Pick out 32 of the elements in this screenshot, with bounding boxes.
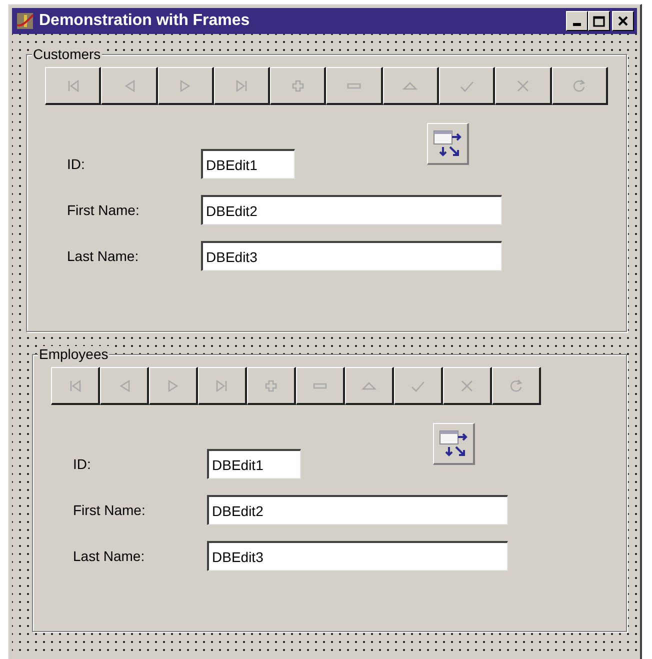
x-icon <box>459 378 475 392</box>
table-arrows-icon <box>432 128 464 158</box>
app-icon <box>15 11 35 31</box>
group-box-title: Customers <box>32 46 102 62</box>
group-box-title: Employees <box>38 346 110 362</box>
field-label: Last Name: <box>66 246 140 266</box>
data-source-component[interactable] <box>427 123 469 165</box>
plus-icon <box>263 378 279 392</box>
field-label: First Name: <box>66 200 140 220</box>
text-field[interactable]: DBEdit3 <box>207 541 508 571</box>
plus-icon <box>290 78 306 92</box>
close-button[interactable] <box>612 11 634 31</box>
text-field[interactable]: DBEdit1 <box>201 149 295 179</box>
text-field[interactable]: DBEdit3 <box>201 241 502 271</box>
refresh-icon <box>571 78 588 92</box>
close-icon <box>616 15 630 27</box>
table-arrows-icon <box>438 428 470 458</box>
field-label: ID: <box>72 454 92 474</box>
maximize-icon <box>593 16 605 26</box>
maximize-button[interactable] <box>588 11 610 31</box>
field-label: First Name: <box>72 500 146 520</box>
minimize-icon <box>573 23 581 26</box>
field-label: ID: <box>66 154 86 174</box>
data-source-component[interactable] <box>433 423 475 465</box>
minimize-button[interactable] <box>566 11 588 31</box>
refresh-icon <box>508 378 524 392</box>
x-icon <box>515 78 532 92</box>
text-field[interactable]: DBEdit1 <box>207 449 301 479</box>
window-title: Demonstration with Frames <box>39 11 250 31</box>
text-field[interactable]: DBEdit2 <box>201 195 502 225</box>
field-label: Last Name: <box>72 546 146 566</box>
text-field[interactable]: DBEdit2 <box>207 495 508 525</box>
